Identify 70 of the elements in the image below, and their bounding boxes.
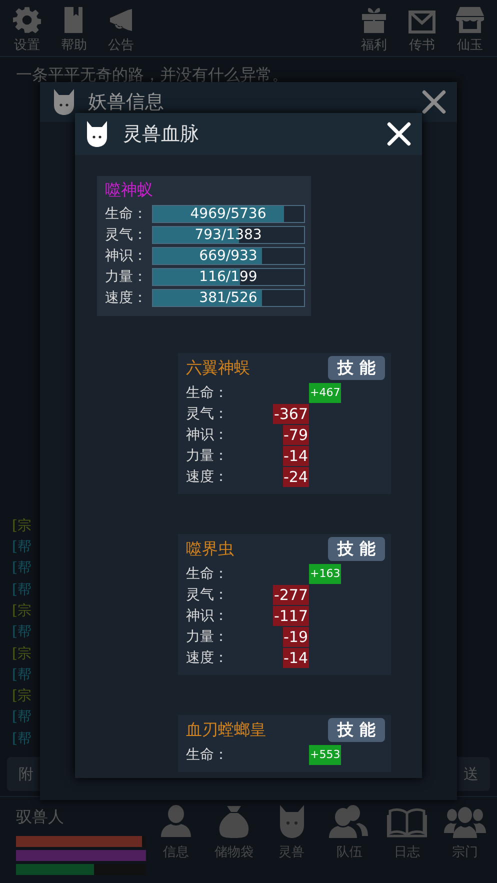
- message-text: 一条平平无奇的路，并没有什么异常。: [15, 64, 289, 86]
- stat-label: 灵气：: [105, 226, 148, 244]
- stat-change-bar: +163: [309, 564, 342, 584]
- stat-change-bar: -117: [272, 606, 309, 626]
- lineage-name: 血刃螳螂皇: [186, 720, 266, 740]
- chat-log-prefix: [帮: [12, 538, 32, 558]
- stat-label: 生命：: [186, 565, 229, 583]
- stat-label: 神识：: [105, 247, 148, 265]
- lineage-name: 噬界虫: [186, 538, 234, 560]
- cat-head-icon: [52, 88, 76, 116]
- stat-label: 速度：: [105, 289, 148, 307]
- toolbar-label: 仙玉: [457, 37, 483, 54]
- nav-label[interactable]: 储物袋: [214, 843, 254, 861]
- stat-label: 灵气：: [186, 586, 229, 604]
- dialog-title: 灵兽血脉: [123, 122, 200, 147]
- stat-value: 116/199: [198, 269, 258, 285]
- stat-value: 4969/5736: [189, 206, 268, 222]
- dialog-title: 妖兽信息: [88, 90, 165, 115]
- nav-label[interactable]: 队伍: [336, 843, 362, 861]
- stat-change-bar: -19: [282, 627, 309, 647]
- stat-change-bar: -79: [282, 425, 309, 445]
- stat-change-bar: -367: [272, 404, 309, 424]
- stat-label: 生命：: [105, 205, 148, 223]
- nav-label[interactable]: 宗门: [452, 843, 478, 861]
- nav-label[interactable]: 日志: [394, 843, 420, 861]
- chat-log-prefix: [帮: [12, 730, 32, 749]
- stat-value: 669/933: [198, 248, 258, 264]
- stat-change-bar: +553: [309, 745, 342, 765]
- player-name: 驭兽人: [16, 807, 65, 828]
- chat-log-prefix: [宗: [12, 644, 32, 664]
- stat-label: 速度：: [186, 649, 229, 667]
- toolbar-label: 传书: [409, 37, 435, 54]
- chat-log-prefix: [帮: [12, 623, 32, 642]
- stat-label: 力量：: [186, 628, 229, 646]
- chat-log-prefix: [帮: [12, 666, 32, 685]
- stat-label: 神识：: [186, 426, 229, 444]
- lineage-name: 六翼神蜈: [186, 358, 250, 378]
- chat-log-prefix: [帮: [12, 708, 32, 728]
- chat-log-prefix: [宗: [12, 687, 32, 706]
- chat-log-prefix: [帮: [12, 580, 32, 600]
- stat-label: 生命：: [186, 384, 229, 402]
- toolbar-label: 设置: [14, 37, 40, 54]
- cat-head-icon: [85, 120, 109, 148]
- stat-value: 793/1383: [194, 227, 263, 243]
- stat-label: 神识：: [186, 607, 229, 625]
- settings-icon[interactable]: [13, 4, 41, 34]
- chat-log-prefix: [帮: [12, 559, 32, 578]
- chat-log-prefix: [宗: [12, 602, 32, 621]
- toolbar-label: 福利: [361, 37, 387, 54]
- stat-change-bar: -14: [282, 648, 309, 668]
- toolbar-label: 公告: [108, 37, 134, 54]
- stat-label: 力量：: [105, 268, 148, 286]
- stat-change-bar: -24: [282, 467, 309, 487]
- skill-button[interactable]: 技 能: [328, 356, 385, 380]
- nav-label[interactable]: 灵兽: [278, 843, 305, 861]
- stat-label: 力量：: [186, 447, 229, 465]
- stat-label: 速度：: [186, 468, 229, 486]
- stat-change-bar: -277: [272, 585, 309, 605]
- stat-change-bar: +467: [309, 383, 342, 403]
- skill-button[interactable]: 技 能: [328, 718, 385, 742]
- beast-name: 噬神蚁: [105, 180, 154, 201]
- stat-change-bar: -14: [282, 446, 309, 466]
- nav-label[interactable]: 信息: [163, 843, 189, 861]
- stat-label: 生命：: [186, 746, 229, 764]
- shop-icon[interactable]: [456, 4, 484, 34]
- stat-label: 灵气：: [186, 405, 229, 423]
- skill-button[interactable]: 技 能: [328, 537, 385, 561]
- chat-log-prefix: [宗: [12, 516, 32, 536]
- stat-value: 381/526: [198, 290, 258, 306]
- toolbar-label: 帮助: [61, 37, 87, 54]
